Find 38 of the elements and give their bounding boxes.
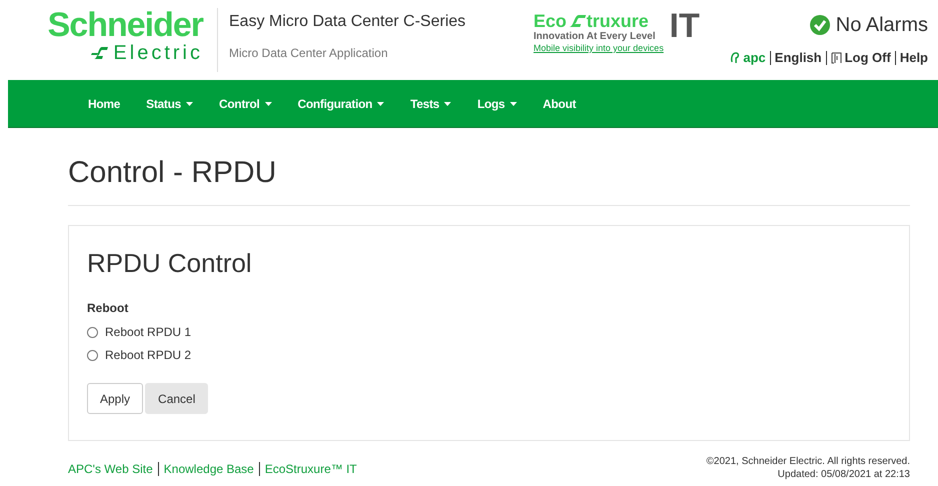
- footer-link[interactable]: EcoStruxure™ IT: [264, 460, 357, 478]
- product-title: Easy Micro Data Center C-Series: [229, 12, 466, 32]
- nav-item[interactable]: Configuration: [298, 94, 384, 112]
- radio-label: Reboot RPDU 1: [105, 324, 192, 341]
- cancel-button[interactable]: Cancel: [145, 383, 208, 414]
- footer-link[interactable]: APC's Web Site: [68, 460, 153, 478]
- user-icon: [730, 52, 740, 64]
- radio-label: Reboot RPDU 2: [105, 347, 192, 364]
- ecostruxure-it-text: IT: [669, 10, 700, 42]
- check-icon: [810, 15, 830, 35]
- panel-title: RPDU Control: [87, 247, 253, 280]
- logo-subtitle: Electric: [113, 42, 203, 64]
- ecostruxure-tagline: Innovation At Every Level: [534, 31, 656, 42]
- nav-item[interactable]: About: [542, 94, 576, 112]
- group-label: Reboot: [87, 300, 130, 317]
- log-off-link[interactable]: Log Off: [844, 48, 891, 68]
- nav-item[interactable]: Home: [88, 94, 120, 112]
- ecostruxure-logo-text: truxure: [586, 11, 649, 31]
- nav-item[interactable]: Status: [146, 94, 194, 112]
- copyright-text: ©2021, Schneider Electric. All rights reserved.: [706, 455, 910, 468]
- ecostruxure-logo-text: Eco: [534, 11, 567, 31]
- apply-button[interactable]: Apply: [87, 383, 144, 414]
- alarm-status: No Alarms: [836, 13, 928, 38]
- nav-item[interactable]: Logs: [477, 94, 517, 112]
- user-link[interactable]: apc: [743, 48, 766, 68]
- door-icon: [830, 52, 842, 64]
- mobile-visibility-link[interactable]: Mobile visibility into your devices: [534, 42, 700, 56]
- radio-button[interactable]: [87, 326, 98, 338]
- header-link[interactable]: Help: [900, 48, 928, 68]
- header-link[interactable]: English: [774, 48, 822, 68]
- updated-text: Updated: 05/08/2021 at 22:13: [778, 468, 910, 481]
- logo-wordmark: Schneider: [48, 8, 203, 42]
- nav-item[interactable]: Control: [219, 94, 272, 112]
- radio-button[interactable]: [87, 350, 98, 360]
- product-subtitle: Micro Data Center Application: [229, 45, 389, 62]
- nav-item[interactable]: Tests: [410, 94, 452, 112]
- page-title: Control - RPDU: [68, 150, 910, 206]
- footer-link[interactable]: Knowledge Base: [164, 460, 254, 478]
